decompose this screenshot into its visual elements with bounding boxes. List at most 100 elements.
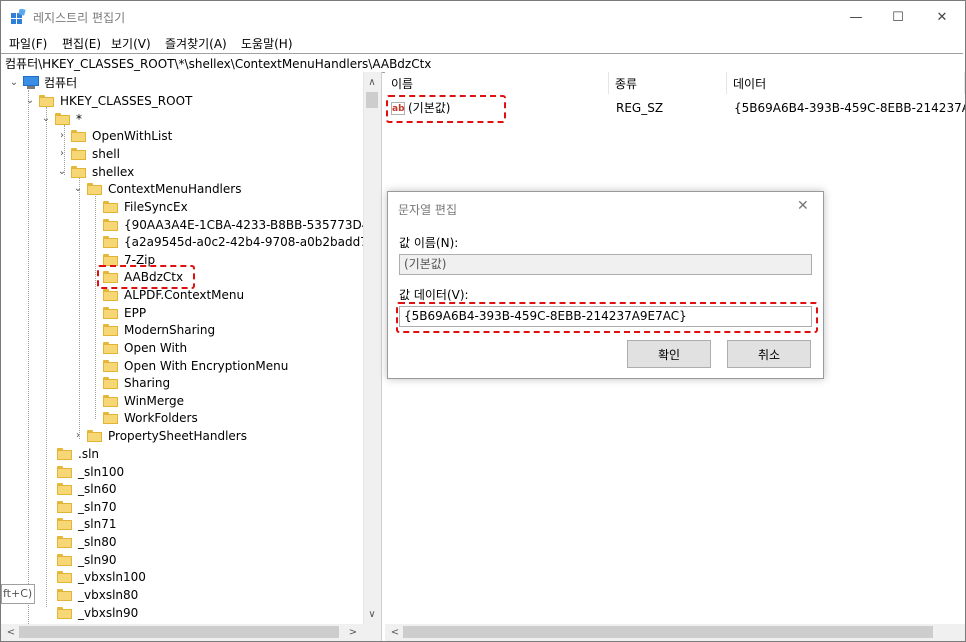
tree-item-handler[interactable]: WorkFolders (103, 409, 198, 426)
tree-item-extension[interactable]: _vbxsln100 (57, 568, 146, 585)
window-title: 레지스트리 편집기 (33, 11, 126, 25)
folder-icon (57, 570, 72, 583)
tree-item-label: EPP (124, 305, 147, 320)
scroll-down-arrow-icon[interactable]: ∨ (364, 606, 380, 622)
folder-icon (87, 182, 102, 195)
value-data: {5B69A6B4-393B-459C-8EBB-214237A9E7 (734, 101, 965, 115)
scroll-left-arrow-icon[interactable]: < (387, 624, 403, 640)
cancel-button[interactable]: 취소 (727, 340, 811, 368)
tree-item-handler[interactable]: ModernSharing (103, 321, 215, 338)
minimize-button[interactable]: — (833, 1, 879, 33)
tree-item-extension[interactable]: _sln80 (57, 533, 116, 550)
highlight-value-data (396, 302, 818, 333)
maximize-button[interactable]: ☐ (875, 1, 921, 33)
tree-item-label: Sharing (124, 375, 171, 390)
tree-item-label: _sln80 (78, 534, 117, 549)
folder-icon (103, 359, 118, 372)
tree-item-label: _sln70 (78, 499, 117, 514)
tree-item-handler[interactable]: WinMerge (103, 392, 184, 409)
scroll-thumb[interactable] (403, 626, 933, 638)
folder-icon (71, 165, 86, 178)
tree-item-handler[interactable]: Open With (103, 339, 187, 356)
chevron-right-icon[interactable]: › (57, 130, 67, 141)
scroll-left-arrow-icon[interactable]: < (3, 624, 19, 640)
tree-pane: ⌄ 컴퓨터 ⌄ HKEY_CLASSES_ROOT ⌄ * › OpenWith… (1, 72, 382, 641)
address-path: 컴퓨터\HKEY_CLASSES_ROOT\*\shellex\ContextM… (5, 57, 432, 71)
tree-item-label: Open With (124, 340, 188, 355)
dialog-close-icon[interactable]: ✕ (797, 198, 809, 214)
tree-item-extension[interactable]: _vbxsln80 (57, 586, 138, 603)
column-header-name[interactable]: 이름 (385, 72, 609, 94)
menu-file[interactable]: 파일(F) (9, 35, 47, 52)
menu-edit[interactable]: 편집(E) (62, 35, 101, 52)
tree-item-handler[interactable]: FileSyncEx (103, 198, 188, 215)
tree-horizontal-scrollbar[interactable]: < > (1, 624, 381, 641)
folder-icon (57, 606, 72, 619)
scroll-thumb[interactable] (366, 92, 378, 108)
tree-item-label: .sln (78, 446, 100, 461)
list-horizontal-scrollbar[interactable]: < (385, 624, 965, 641)
chevron-down-icon[interactable]: ⌄ (41, 113, 51, 124)
chevron-down-icon[interactable]: ⌄ (57, 166, 67, 177)
chevron-down-icon[interactable]: ⌄ (25, 95, 35, 106)
tree-vertical-scrollbar[interactable]: ∧ ∨ (363, 72, 381, 624)
tree-item-shellex[interactable]: ⌄ shellex (57, 163, 134, 180)
tree-item-handler[interactable]: Open With EncryptionMenu (103, 357, 288, 374)
chevron-down-icon[interactable]: ⌄ (9, 77, 19, 88)
tree-item-extension[interactable]: _sln100 (57, 463, 124, 480)
column-header-type[interactable]: 종류 (609, 72, 727, 94)
tree-item-extension[interactable]: _sln70 (57, 498, 116, 515)
menu-bar: 파일(F) 편집(E) 보기(V) 즐겨찾기(A) 도움말(H) (1, 33, 965, 53)
tree-item-extension[interactable]: _sln71 (57, 515, 116, 532)
folder-icon (87, 429, 102, 442)
value-type: REG_SZ (616, 101, 664, 115)
tree-item-handler[interactable]: {a2a9545d-a0c2-42b4-9708-a0b2badd77c8} (103, 233, 381, 250)
folder-icon (103, 235, 118, 248)
menu-view[interactable]: 보기(V) (111, 35, 151, 52)
chevron-right-icon[interactable]: › (57, 148, 67, 159)
folder-icon (103, 376, 118, 389)
tree-item-extension[interactable]: _sln60 (57, 480, 116, 497)
folder-icon (103, 200, 118, 213)
tree-item-handler[interactable]: EPP (103, 304, 146, 321)
tree-item-label: _sln60 (78, 481, 117, 496)
column-header-data[interactable]: 데이터 (727, 72, 965, 94)
tree-item-propertysheethandlers[interactable]: › PropertySheetHandlers (73, 427, 247, 444)
folder-icon (39, 94, 54, 107)
folder-icon (103, 394, 118, 407)
address-bar[interactable]: 컴퓨터\HKEY_CLASSES_ROOT\*\shellex\ContextM… (1, 53, 963, 73)
tree-item-label: _sln71 (78, 516, 117, 531)
tree-item-extension[interactable]: _vbxsln90 (57, 604, 138, 621)
ok-button[interactable]: 확인 (627, 340, 711, 368)
highlight-default-value (386, 95, 506, 123)
chevron-right-icon[interactable]: › (73, 430, 83, 441)
menu-help[interactable]: 도움말(H) (241, 35, 293, 52)
tree-item-label: _sln100 (78, 464, 125, 479)
tree-item-shell[interactable]: › shell (57, 145, 120, 162)
tree-item-computer[interactable]: ⌄ 컴퓨터 (9, 74, 77, 91)
folder-icon (57, 553, 72, 566)
tree-item-hkey-classes-root[interactable]: ⌄ HKEY_CLASSES_ROOT (25, 92, 193, 109)
scroll-thumb[interactable] (19, 626, 339, 638)
tree-item-label: WorkFolders (124, 410, 198, 425)
scroll-right-arrow-icon[interactable]: > (345, 624, 361, 640)
scroll-up-arrow-icon[interactable]: ∧ (364, 74, 380, 90)
folder-icon (57, 535, 72, 548)
tree-item-extension[interactable]: _sln90 (57, 551, 116, 568)
tree-item-star[interactable]: ⌄ * (41, 110, 82, 127)
tree-item-label: {90AA3A4E-1CBA-4233-B8BB-535773D4844 (124, 217, 382, 232)
tree-item-openwithlist[interactable]: › OpenWithList (57, 127, 172, 144)
close-button[interactable]: ✕ (919, 1, 965, 33)
tree-item-label: _vbxsln100 (78, 569, 146, 584)
chevron-down-icon[interactable]: ⌄ (73, 183, 83, 194)
tree-item-label: WinMerge (124, 393, 184, 408)
tree-item-handler[interactable]: Sharing (103, 374, 170, 391)
tree-item-extension[interactable]: .sln (57, 445, 99, 462)
tree-item-label: _vbxsln90 (78, 605, 139, 620)
tree-item-contextmenuhandlers[interactable]: ⌄ ContextMenuHandlers (73, 180, 242, 197)
tree-item-label: 컴퓨터 (44, 76, 78, 90)
folder-icon (103, 306, 118, 319)
menu-favorites[interactable]: 즐겨찾기(A) (165, 35, 227, 52)
title-bar: 레지스트리 편집기 — ☐ ✕ (1, 1, 965, 33)
tree-item-handler[interactable]: {90AA3A4E-1CBA-4233-B8BB-535773D4844 (103, 216, 382, 233)
